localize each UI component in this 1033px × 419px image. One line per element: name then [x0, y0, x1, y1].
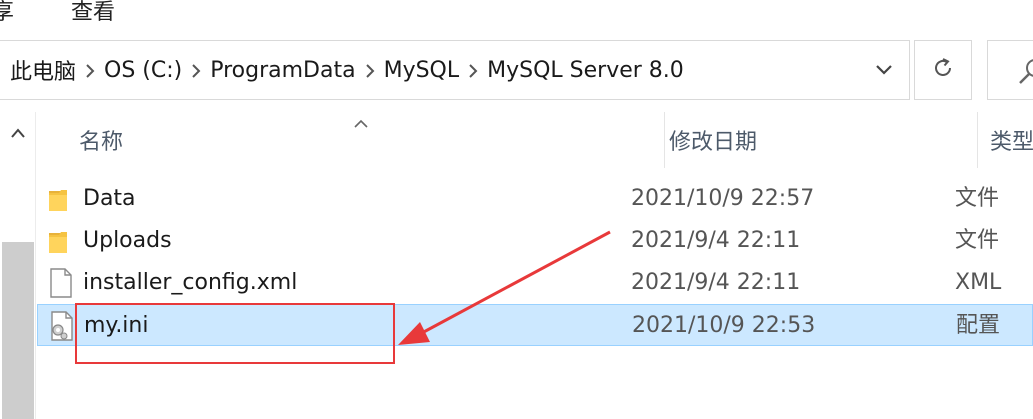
file-name: Data [83, 186, 136, 211]
ribbon: 享 查看 [0, 0, 1033, 30]
breadcrumb-os-c[interactable]: OS (C:) [102, 58, 184, 83]
file-explorer-window: 享 查看 此电脑 OS (C:) ProgramData MySQL MySQL… [0, 0, 1033, 419]
list-item[interactable]: Data 2021/10/9 22:57 文件 [37, 178, 1033, 220]
column-type[interactable]: 类型 [977, 112, 1033, 168]
list-item-selected[interactable]: my.ini 2021/10/9 22:53 配置 [37, 304, 1033, 346]
breadcrumb-mysql-server-8[interactable]: MySQL Server 8.0 [485, 58, 686, 83]
list-item[interactable]: Uploads 2021/9/4 22:11 文件 [37, 220, 1033, 262]
breadcrumb-mysql[interactable]: MySQL [382, 58, 462, 83]
refresh-button[interactable] [914, 40, 972, 100]
file-date: 2021/10/9 22:53 [632, 313, 816, 338]
search-icon [1016, 57, 1033, 91]
file-name: Uploads [83, 228, 172, 253]
address-bar[interactable]: 此电脑 OS (C:) ProgramData MySQL MySQL Serv… [0, 40, 910, 100]
file-date: 2021/9/4 22:11 [631, 228, 801, 253]
file-name: installer_config.xml [83, 270, 298, 295]
column-header: 名称 修改日期 类型 [37, 112, 1033, 168]
folder-icon [47, 225, 75, 257]
chevron-down-icon[interactable] [862, 41, 906, 99]
file-type: 文件 [955, 186, 1000, 211]
file-date: 2021/9/4 22:11 [631, 270, 801, 295]
navigation-pane[interactable] [0, 112, 36, 419]
file-name: my.ini [84, 313, 149, 338]
column-date-modified[interactable]: 修改日期 [664, 112, 976, 168]
file-type: XML [955, 270, 1002, 295]
refresh-icon [931, 56, 955, 84]
config-file-icon [48, 310, 76, 342]
chevron-right-icon[interactable] [184, 60, 208, 81]
scrollbar-thumb[interactable] [2, 242, 34, 419]
file-date: 2021/10/9 22:57 [631, 186, 815, 211]
file-type: 文件 [955, 228, 1000, 253]
breadcrumb: 此电脑 OS (C:) ProgramData MySQL MySQL Serv… [8, 41, 686, 99]
scroll-up-icon[interactable] [10, 124, 26, 143]
address-row: 此电脑 OS (C:) ProgramData MySQL MySQL Serv… [0, 30, 1033, 112]
file-type: 配置 [956, 313, 1001, 338]
folder-icon [47, 183, 75, 215]
search-input[interactable] [987, 40, 1033, 100]
chevron-right-icon[interactable] [461, 60, 485, 81]
chevron-right-icon[interactable] [358, 60, 382, 81]
tab-share[interactable]: 享 [0, 0, 14, 28]
document-icon [47, 267, 75, 299]
breadcrumb-programdata[interactable]: ProgramData [208, 58, 357, 83]
breadcrumb-this-pc[interactable]: 此电脑 [8, 54, 78, 86]
tab-view[interactable]: 查看 [71, 0, 115, 28]
column-name[interactable]: 名称 [75, 112, 661, 168]
list-item[interactable]: installer_config.xml 2021/9/4 22:11 XML [37, 262, 1033, 304]
chevron-right-icon[interactable] [78, 60, 102, 81]
